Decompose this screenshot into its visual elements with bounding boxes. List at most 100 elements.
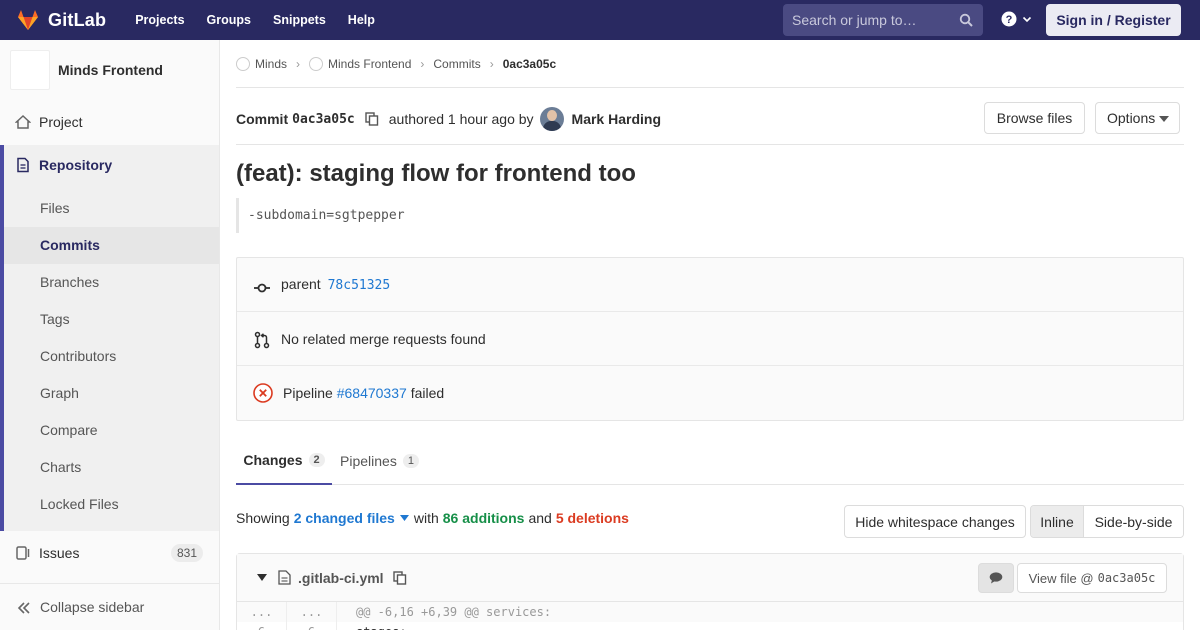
merge-requests-row: No related merge requests found	[237, 312, 1183, 366]
sidebar-item-repository[interactable]: Repository	[4, 145, 219, 185]
chevron-right-icon: ›	[489, 56, 494, 71]
subitem-label: Locked Files	[40, 496, 119, 512]
tab-label: Pipelines	[340, 452, 397, 469]
sidebar-subitem-files[interactable]: Files	[4, 190, 219, 227]
commit-label: Commit	[236, 111, 289, 127]
sidebar-item-project[interactable]: Project	[0, 110, 219, 134]
comment-icon	[989, 572, 1003, 584]
commit-sha: 0ac3a05c	[292, 111, 355, 127]
project-avatar-small	[309, 56, 324, 71]
help-dropdown[interactable]: ?	[1001, 11, 1033, 27]
file-icon	[278, 570, 291, 585]
commit-info-box: parent 78c51325 No related merge request…	[236, 257, 1184, 421]
options-label: Options	[1107, 110, 1156, 126]
view-file-button[interactable]: View file @ 0ac3a05c	[1017, 563, 1167, 593]
breadcrumb-project[interactable]: Minds Frontend	[328, 57, 411, 71]
chevron-right-icon: ›	[420, 56, 425, 71]
sidebar-subitem-graph[interactable]: Graph	[4, 375, 219, 412]
project-name: Minds Frontend	[58, 62, 163, 78]
new-line-number[interactable]: ...	[287, 602, 337, 622]
caret-down-icon[interactable]	[257, 574, 267, 581]
subitem-label: Graph	[40, 385, 79, 401]
gitlab-logo-icon	[18, 10, 38, 30]
comment-toggle-button[interactable]	[978, 563, 1014, 593]
old-line-number[interactable]: ...	[237, 602, 287, 622]
subitem-label: Compare	[40, 422, 98, 438]
pipeline-link[interactable]: #68470337	[337, 385, 407, 401]
subitem-label: Commits	[40, 237, 100, 253]
nav-help[interactable]: Help	[348, 13, 375, 27]
breadcrumb-current[interactable]: 0ac3a05c	[503, 57, 556, 71]
author-avatar[interactable]	[539, 107, 564, 131]
group-avatar	[236, 56, 250, 71]
svg-text:?: ?	[1006, 14, 1013, 26]
inline-view-button[interactable]: Inline	[1031, 506, 1084, 537]
parent-text: parent 78c51325	[281, 276, 390, 293]
breadcrumb-group[interactable]: Minds	[255, 57, 287, 71]
collapse-label: Collapse sidebar	[40, 599, 145, 615]
diff-hunk-row: ... ... @@ -6,16 +6,39 @@ services:	[237, 602, 1183, 622]
copy-icon[interactable]	[365, 112, 379, 126]
merge-request-icon	[254, 331, 270, 349]
hunk-header: @@ -6,16 +6,39 @@ services:	[356, 605, 552, 619]
commit-header: Commit 0ac3a05c authored 1 hour ago by M…	[236, 88, 1184, 145]
diff-code-row: 6 6 stages:	[237, 622, 1183, 630]
sidebar-item-label: Repository	[39, 157, 113, 173]
tab-label: Changes	[243, 452, 303, 468]
sidebar-subitem-contributors[interactable]: Contributors	[4, 338, 219, 375]
copy-icon[interactable]	[393, 571, 407, 585]
collapse-sidebar-button[interactable]: Collapse sidebar	[0, 583, 219, 630]
side-by-side-view-button[interactable]: Side-by-side	[1084, 506, 1183, 537]
view-file-sha: 0ac3a05c	[1097, 571, 1156, 585]
new-line-number[interactable]: 6	[287, 622, 337, 630]
file-name[interactable]: .gitlab-ci.yml	[298, 570, 384, 586]
view-file-label: View file @	[1028, 570, 1094, 586]
deletions-count: 5 deletions	[555, 510, 629, 526]
pipeline-failed-icon[interactable]	[253, 383, 273, 403]
tab-pipelines[interactable]: Pipelines 1	[340, 437, 419, 484]
chevron-right-icon: ›	[296, 56, 301, 71]
main-content: Minds › Minds Frontend › Commits › 0ac3a…	[220, 40, 1200, 630]
pipeline-label: Pipeline	[283, 385, 333, 401]
sidebar-subitem-commits[interactable]: Commits	[4, 227, 219, 264]
sidebar-subitem-branches[interactable]: Branches	[4, 264, 219, 301]
search-placeholder: Search or jump to…	[792, 12, 917, 28]
sidebar-item-issues[interactable]: Issues 831	[0, 541, 219, 565]
summary-showing: Showing	[236, 510, 290, 526]
nav-snippets[interactable]: Snippets	[273, 13, 326, 27]
summary-with: with	[413, 510, 439, 526]
options-dropdown[interactable]: Options	[1095, 102, 1180, 134]
commit-icon	[254, 283, 270, 293]
project-sidebar: Minds Frontend Project Repository Files …	[0, 40, 220, 630]
hide-whitespace-button[interactable]: Hide whitespace changes	[844, 505, 1026, 538]
caret-down-icon	[1159, 116, 1169, 122]
top-navbar: GitLab Projects Groups Snippets Help Sea…	[0, 0, 1200, 40]
parent-row: parent 78c51325	[237, 258, 1183, 312]
parent-sha-link[interactable]: 78c51325	[328, 278, 391, 293]
author-name[interactable]: Mark Harding	[572, 111, 661, 127]
nav-projects[interactable]: Projects	[135, 13, 184, 27]
pipeline-text: Pipeline #68470337 failed	[283, 385, 444, 401]
sidebar-subitem-locked-files[interactable]: Locked Files	[4, 486, 219, 523]
browse-files-button[interactable]: Browse files	[984, 102, 1085, 134]
sidebar-subitem-charts[interactable]: Charts	[4, 449, 219, 486]
diff-summary: Showing 2 changed files with 86 addition…	[236, 510, 629, 526]
old-line-number[interactable]: 6	[237, 622, 287, 630]
changed-files-dropdown[interactable]: 2 changed files	[294, 510, 395, 526]
search-input[interactable]: Search or jump to…	[783, 4, 983, 36]
caret-down-icon	[399, 515, 409, 521]
subitem-label: Tags	[40, 311, 70, 327]
tab-count: 2	[308, 453, 325, 467]
main-nav: Projects Groups Snippets Help	[124, 13, 386, 27]
sidebar-project-header[interactable]: Minds Frontend	[0, 40, 219, 100]
sidebar-subitem-tags[interactable]: Tags	[4, 301, 219, 338]
sign-in-button[interactable]: Sign in / Register	[1046, 4, 1181, 36]
breadcrumb-commits[interactable]: Commits	[433, 57, 480, 71]
diff-file-header: .gitlab-ci.yml View file @ 0ac3a05c	[237, 554, 1183, 602]
issues-icon	[16, 546, 30, 560]
brand-link[interactable]: GitLab	[16, 0, 106, 40]
nav-groups[interactable]: Groups	[207, 13, 251, 27]
additions-count: 86 additions	[442, 510, 525, 526]
sidebar-subitem-compare[interactable]: Compare	[4, 412, 219, 449]
tab-changes[interactable]: Changes 2	[236, 437, 332, 485]
